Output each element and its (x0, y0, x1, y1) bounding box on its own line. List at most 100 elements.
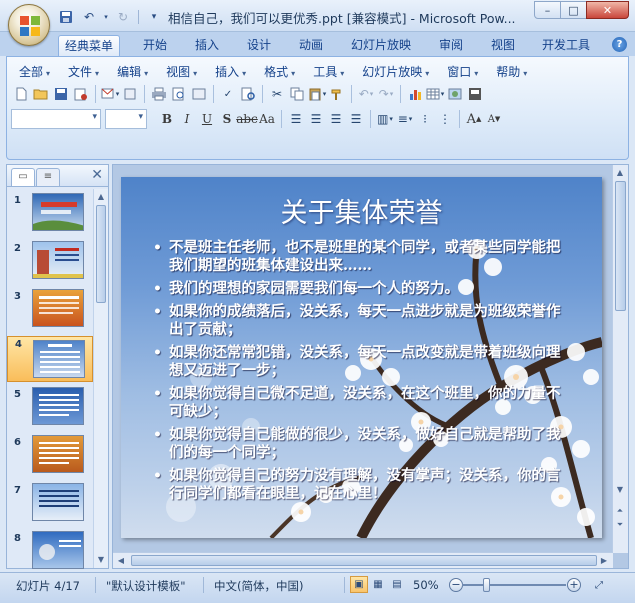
thumbnail-scrollbar[interactable]: ▲ ▼ (93, 189, 108, 568)
change-case-button[interactable]: Aa (257, 109, 277, 129)
thumbnail-slide-5[interactable]: 5 (7, 387, 93, 431)
menu-slideshow[interactable]: 幻灯片放映 (354, 63, 439, 81)
office-button[interactable] (8, 4, 50, 46)
minimize-button[interactable]: – (534, 1, 561, 19)
paste-icon[interactable] (307, 84, 327, 104)
tab-home[interactable]: 开始 (137, 35, 173, 56)
customize-qat-icon[interactable]: ▾ (144, 8, 164, 26)
language-indicator[interactable]: 中文(简体，中国) (214, 578, 303, 594)
thumbnail-slide-3[interactable]: 3 (7, 289, 93, 333)
shadow-button[interactable]: S (217, 109, 237, 129)
numbering-icon[interactable]: ⋮ (435, 109, 455, 129)
redo-icon[interactable]: ↻ (113, 8, 133, 26)
underline-button[interactable]: U (197, 109, 217, 129)
thumbnail-slide-4[interactable]: 4 (7, 336, 93, 382)
insert-table-icon[interactable] (425, 84, 445, 104)
columns-icon[interactable]: ▥ (375, 109, 395, 129)
undo-icon[interactable]: ↶ (356, 84, 376, 104)
menu-view[interactable]: 视图 (158, 63, 207, 81)
menu-window[interactable]: 窗口 (439, 63, 488, 81)
cut-icon[interactable]: ✂ (267, 84, 287, 104)
increase-font-button[interactable]: A ▲ (464, 109, 484, 129)
current-slide[interactable]: 关于集体荣誉 不是班主任老师，也不是班里的某个同学，或者某些同学能把我们期望的班… (121, 177, 602, 538)
slide-sorter-view-icon[interactable]: ▦ (369, 576, 387, 593)
line-spacing-icon[interactable]: ≡ (395, 109, 415, 129)
decrease-font-button[interactable]: A ▼ (484, 109, 504, 129)
justify-icon[interactable]: ☰ (346, 109, 366, 129)
attachment-icon[interactable] (120, 84, 140, 104)
tab-view[interactable]: 视图 (485, 35, 521, 56)
research-icon[interactable] (238, 84, 258, 104)
outline-tab-icon[interactable]: ≡ (36, 168, 60, 186)
zoom-in-icon[interactable]: + (567, 578, 581, 592)
slide-title[interactable]: 关于集体荣誉 (121, 191, 602, 230)
thumbnail-slide-1[interactable]: 1 (7, 193, 93, 237)
help-icon[interactable]: ? (612, 37, 627, 52)
redo-icon[interactable]: ↷ (376, 84, 396, 104)
menu-all[interactable]: 全部 (11, 63, 60, 81)
scroll-left-icon[interactable]: ◀ (116, 556, 126, 566)
close-icon[interactable]: ✕ (91, 167, 103, 183)
spelling-icon[interactable]: ✓ (218, 84, 238, 104)
menu-tools[interactable]: 工具 (305, 63, 354, 81)
bullets-icon[interactable]: ⁝ (415, 109, 435, 129)
slideshow-view-icon[interactable]: ▤ (388, 576, 406, 593)
scrollbar-thumb[interactable] (96, 205, 106, 303)
template-name[interactable]: "默认设计模板" (106, 578, 186, 594)
scroll-down-icon[interactable]: ▼ (96, 555, 106, 565)
thumbnail-slide-7[interactable]: 7 (7, 483, 93, 527)
insert-picture-icon[interactable] (445, 84, 465, 104)
next-slide-icon[interactable]: ⏷ (613, 519, 627, 531)
bullet-list[interactable]: 不是班主任老师，也不是班里的某个同学，或者某些同学能把我们期望的班集体建设出来…… (153, 239, 573, 508)
scroll-right-icon[interactable]: ▶ (599, 556, 609, 566)
menu-edit[interactable]: 编辑 (109, 63, 158, 81)
thumbnail-slide-6[interactable]: 6 (7, 435, 93, 479)
maximize-button[interactable]: □ (560, 1, 587, 19)
strikethrough-button[interactable]: abc (236, 109, 258, 129)
format-painter-icon[interactable] (327, 84, 347, 104)
copy-icon[interactable] (287, 84, 307, 104)
zoom-slider-thumb[interactable] (482, 578, 490, 592)
horizontal-scrollbar[interactable]: ◀ ▶ (113, 552, 613, 568)
font-name-combo[interactable] (11, 109, 101, 129)
bold-button[interactable]: B (157, 109, 177, 129)
email-icon[interactable] (100, 84, 120, 104)
scroll-up-icon[interactable]: ▲ (615, 168, 625, 178)
undo-dropdown-icon[interactable]: ▾ (102, 8, 110, 26)
new-file-icon[interactable] (11, 84, 31, 104)
scrollbar-thumb[interactable] (615, 181, 626, 311)
scrollbar-thumb[interactable] (131, 555, 597, 566)
tab-slideshow[interactable]: 幻灯片放映 (345, 35, 417, 56)
close-button[interactable]: ✕ (586, 1, 629, 19)
previous-slide-icon[interactable]: ⏶ (613, 505, 627, 517)
tab-review[interactable]: 审阅 (433, 35, 469, 56)
zoom-out-icon[interactable]: − (449, 578, 463, 592)
thumbnail-slide-2[interactable]: 2 (7, 241, 93, 285)
zoom-level[interactable]: 50% (413, 578, 439, 592)
align-center-icon[interactable]: ☰ (306, 109, 326, 129)
open-folder-icon[interactable] (31, 84, 51, 104)
save-icon[interactable] (51, 84, 71, 104)
scroll-up-icon[interactable]: ▲ (96, 192, 106, 202)
fit-to-window-icon[interactable]: ⤢ (590, 577, 608, 594)
tab-animation[interactable]: 动画 (293, 35, 329, 56)
print-preview-icon[interactable] (169, 84, 189, 104)
vertical-scrollbar[interactable]: ▲ ▼ ⏶ ⏷ (612, 165, 628, 553)
undo-icon[interactable]: ↶ (79, 8, 99, 26)
tab-classic-menu[interactable]: 经典菜单 (58, 35, 121, 56)
menu-file[interactable]: 文件 (60, 63, 109, 81)
tab-developer[interactable]: 开发工具 (536, 35, 596, 56)
tab-design[interactable]: 设计 (241, 35, 277, 56)
align-left-icon[interactable]: ☰ (286, 109, 306, 129)
scroll-down-icon[interactable]: ▼ (615, 485, 625, 495)
normal-view-icon[interactable]: ▣ (350, 576, 368, 593)
menu-format[interactable]: 格式 (256, 63, 305, 81)
save-icon[interactable] (56, 8, 76, 26)
print-icon[interactable] (149, 84, 169, 104)
italic-button[interactable]: I (177, 109, 197, 129)
page-setup-icon[interactable] (189, 84, 209, 104)
permission-icon[interactable] (71, 84, 91, 104)
thumbnail-slide-8[interactable]: 8 (7, 531, 93, 569)
font-size-combo[interactable] (105, 109, 147, 129)
zoom-slider-track[interactable] (462, 584, 566, 586)
